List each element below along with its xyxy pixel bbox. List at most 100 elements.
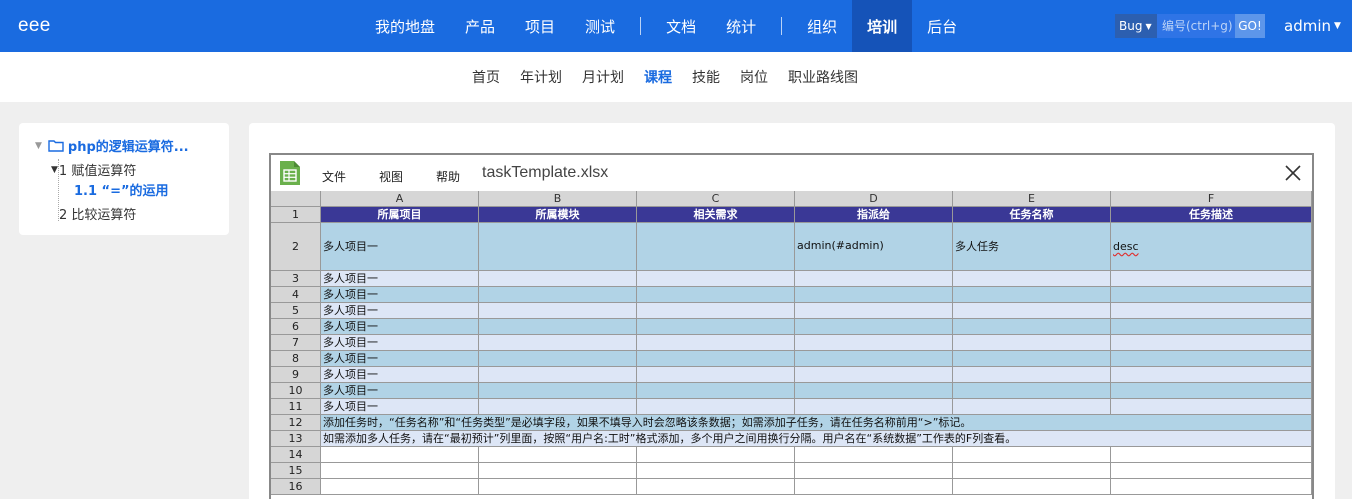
table-cell[interactable] (637, 447, 795, 463)
table-cell[interactable] (953, 287, 1111, 303)
table-cell[interactable]: 多人项目一 (321, 383, 479, 399)
note-cell[interactable]: 如需添加多人任务，请在“最初预计”列里面，按照“用户名:工时”格式添加，多个用户… (321, 431, 1312, 447)
table-cell[interactable] (637, 303, 795, 319)
table-cell[interactable] (1111, 287, 1312, 303)
menu-view[interactable]: 视图 (379, 168, 403, 185)
user-menu[interactable]: admin ▼ (1284, 17, 1341, 35)
table-cell[interactable] (795, 367, 953, 383)
table-cell[interactable] (1111, 479, 1312, 495)
nav-project[interactable]: 项目 (510, 0, 570, 52)
table-cell[interactable] (795, 287, 953, 303)
table-cell[interactable] (1111, 351, 1312, 367)
table-cell[interactable] (637, 287, 795, 303)
nav-doc[interactable]: 文档 (651, 0, 711, 52)
table-cell[interactable] (479, 367, 637, 383)
table-cell[interactable]: 所属项目 (321, 207, 479, 223)
table-cell[interactable] (795, 479, 953, 495)
table-cell[interactable] (953, 351, 1111, 367)
table-cell[interactable]: 多人项目一 (321, 335, 479, 351)
nav-test[interactable]: 测试 (570, 0, 630, 52)
column-header[interactable]: B (479, 191, 637, 207)
search-go-button[interactable]: GO! (1235, 14, 1265, 38)
table-cell[interactable] (953, 271, 1111, 287)
nav-stat[interactable]: 统计 (711, 0, 771, 52)
table-cell[interactable] (479, 463, 637, 479)
triangle-down-icon[interactable]: ▼ (51, 165, 58, 175)
row-number[interactable]: 8 (271, 351, 321, 367)
menu-file[interactable]: 文件 (322, 168, 346, 185)
nav-org[interactable]: 组织 (792, 0, 852, 52)
table-cell[interactable] (479, 383, 637, 399)
subnav-year-plan[interactable]: 年计划 (510, 67, 572, 87)
column-header[interactable]: A (321, 191, 479, 207)
table-cell[interactable]: 多人项目一 (321, 351, 479, 367)
table-cell[interactable] (637, 351, 795, 367)
column-header[interactable]: F (1111, 191, 1312, 207)
table-cell[interactable]: 任务描述 (1111, 207, 1312, 223)
subnav-course[interactable]: 课程 (634, 67, 682, 87)
nav-training[interactable]: 培训 (852, 0, 913, 52)
table-cell[interactable]: 多人项目一 (321, 287, 479, 303)
brand-logo[interactable]: eee (18, 15, 51, 37)
row-number[interactable]: 1 (271, 207, 321, 223)
table-cell[interactable] (1111, 463, 1312, 479)
table-cell[interactable] (953, 463, 1111, 479)
subnav-skill[interactable]: 技能 (682, 67, 730, 87)
table-cell[interactable] (637, 367, 795, 383)
row-number[interactable]: 10 (271, 383, 321, 399)
table-cell[interactable] (479, 223, 637, 271)
table-cell[interactable] (795, 399, 953, 415)
table-cell[interactable] (795, 383, 953, 399)
table-cell[interactable] (479, 287, 637, 303)
tree-item-comparison[interactable]: 2 比较运算符 (59, 204, 136, 223)
table-cell[interactable] (795, 319, 953, 335)
row-number[interactable]: 12 (271, 415, 321, 431)
table-cell[interactable] (953, 303, 1111, 319)
table-cell[interactable] (1111, 367, 1312, 383)
menu-help[interactable]: 帮助 (436, 168, 460, 185)
subnav-month-plan[interactable]: 月计划 (572, 67, 634, 87)
note-cell[interactable]: 添加任务时，“任务名称”和“任务类型”是必填字段，如果不填导入时会忽略该条数据；… (321, 415, 1312, 431)
table-cell[interactable] (479, 335, 637, 351)
row-number[interactable]: 15 (271, 463, 321, 479)
table-cell[interactable] (637, 319, 795, 335)
table-cell[interactable] (637, 463, 795, 479)
table-cell[interactable]: 多人项目一 (321, 271, 479, 287)
subnav-post[interactable]: 岗位 (730, 67, 778, 87)
tree-item-assignment[interactable]: ▼ 1 赋值运算符 (51, 160, 136, 179)
table-cell[interactable]: 相关需求 (637, 207, 795, 223)
table-cell[interactable] (479, 447, 637, 463)
table-cell[interactable] (479, 303, 637, 319)
row-number[interactable]: 5 (271, 303, 321, 319)
row-number[interactable]: 16 (271, 479, 321, 495)
column-header[interactable]: E (953, 191, 1111, 207)
nav-product[interactable]: 产品 (450, 0, 510, 52)
table-cell[interactable] (479, 399, 637, 415)
row-number[interactable]: 9 (271, 367, 321, 383)
column-header[interactable]: D (795, 191, 953, 207)
row-number[interactable]: 3 (271, 271, 321, 287)
table-cell[interactable]: 所属模块 (479, 207, 637, 223)
row-number[interactable]: 7 (271, 335, 321, 351)
table-cell[interactable] (1111, 303, 1312, 319)
table-cell[interactable] (953, 335, 1111, 351)
close-icon[interactable] (1284, 164, 1302, 182)
table-cell[interactable] (637, 399, 795, 415)
table-cell[interactable] (1111, 319, 1312, 335)
corner-cell[interactable] (271, 191, 321, 207)
search-input[interactable] (1157, 14, 1235, 38)
nav-my[interactable]: 我的地盘 (360, 0, 450, 52)
table-cell[interactable]: 任务名称 (953, 207, 1111, 223)
tree-root[interactable]: ▼ php的逻辑运算符... (35, 136, 189, 155)
subnav-home[interactable]: 首页 (462, 67, 510, 87)
table-cell[interactable] (953, 479, 1111, 495)
table-cell[interactable]: 指派给 (795, 207, 953, 223)
table-cell[interactable] (1111, 399, 1312, 415)
table-cell[interactable]: 多人项目一 (321, 367, 479, 383)
table-cell[interactable]: 多人任务 (953, 223, 1111, 271)
table-cell[interactable] (637, 335, 795, 351)
table-cell[interactable] (795, 447, 953, 463)
table-cell[interactable] (795, 335, 953, 351)
table-cell[interactable] (1111, 447, 1312, 463)
column-header[interactable]: C (637, 191, 795, 207)
